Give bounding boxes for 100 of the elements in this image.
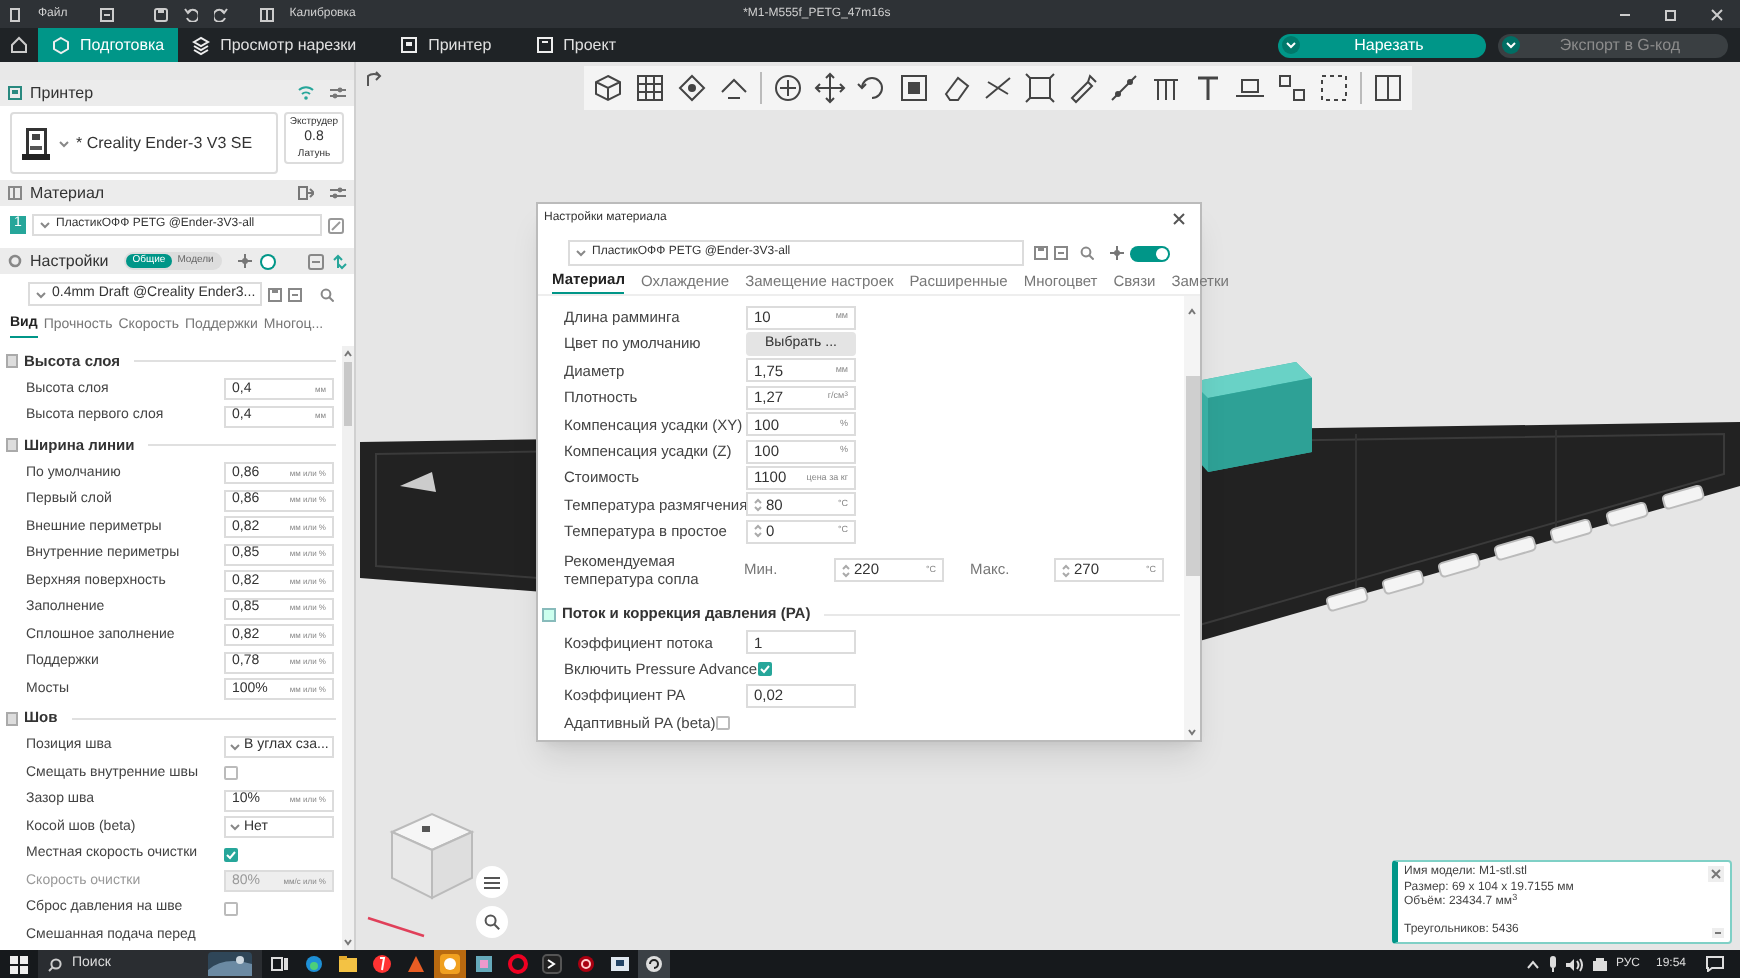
checkbox[interactable] xyxy=(224,766,238,781)
minimize-icon[interactable] xyxy=(1712,928,1724,938)
compare-icon[interactable] xyxy=(307,253,324,269)
seam-icon[interactable] xyxy=(1108,72,1140,104)
section-heading: Принтер xyxy=(30,81,96,105)
search-icon[interactable] xyxy=(1080,246,1095,260)
group-icon xyxy=(6,438,18,452)
main-tab[interactable]: Подготовка xyxy=(38,28,179,62)
scrollbar-thumb[interactable] xyxy=(344,362,352,426)
menu-icon xyxy=(484,875,500,889)
group-icon xyxy=(542,607,556,622)
project-icon xyxy=(535,35,554,55)
calibration-icon[interactable] xyxy=(259,7,274,21)
frame-icon[interactable] xyxy=(1024,72,1056,104)
network-icon[interactable] xyxy=(1591,957,1608,971)
printer-name: * Creality Ender-3 V3 SE xyxy=(76,131,253,155)
section-heading: Материал xyxy=(30,181,107,205)
search-icon xyxy=(48,957,62,971)
close-icon[interactable] xyxy=(1708,866,1724,882)
printer-icon xyxy=(400,35,419,55)
scrollbar[interactable] xyxy=(342,346,354,950)
volume-icon[interactable] xyxy=(1565,957,1584,971)
group-icon xyxy=(6,711,18,725)
redo-icon[interactable] xyxy=(213,7,228,21)
search-icon[interactable] xyxy=(320,287,334,301)
app-icon[interactable] xyxy=(372,954,392,974)
collapse-icon[interactable] xyxy=(1054,246,1069,260)
printer-card[interactable]: * Creality Ender-3 V3 SE xyxy=(10,112,278,174)
maximize-icon[interactable] xyxy=(1664,7,1678,21)
layers-icon xyxy=(192,35,211,55)
main-tab[interactable]: Просмотр нарезки xyxy=(178,28,371,62)
app-icon[interactable] xyxy=(542,954,562,974)
add-icon[interactable] xyxy=(772,72,804,104)
paint-icon[interactable] xyxy=(1066,72,1098,104)
file-icon[interactable] xyxy=(8,7,22,21)
scrollbar-thumb[interactable] xyxy=(1185,376,1199,576)
caret-icon[interactable] xyxy=(1282,36,1300,54)
split-icon[interactable] xyxy=(1372,72,1404,104)
collapse-icon[interactable] xyxy=(288,287,302,301)
cut-icon[interactable] xyxy=(982,72,1014,104)
caret-icon xyxy=(230,741,240,752)
wifi-icon[interactable] xyxy=(298,86,314,100)
export-icon[interactable] xyxy=(298,186,314,200)
save-icon[interactable] xyxy=(268,287,282,301)
grid-icon[interactable] xyxy=(634,72,666,104)
panel-icon[interactable] xyxy=(99,7,114,21)
folder-icon[interactable] xyxy=(338,954,358,974)
home-icon[interactable] xyxy=(10,36,28,54)
scrollbar[interactable] xyxy=(1184,296,1200,740)
microphone-icon[interactable] xyxy=(1547,956,1558,972)
text-icon[interactable] xyxy=(1192,72,1224,104)
toggle-switch[interactable] xyxy=(259,253,276,269)
scale-icon[interactable] xyxy=(898,72,930,104)
save-icon[interactable] xyxy=(153,7,168,21)
windows-start-icon[interactable] xyxy=(10,955,28,973)
eraser-icon[interactable] xyxy=(940,72,972,104)
undo-icon[interactable] xyxy=(183,7,198,21)
search-icon xyxy=(484,914,500,930)
edit-icon[interactable] xyxy=(328,217,344,233)
save-icon[interactable] xyxy=(1034,246,1049,260)
caret-icon xyxy=(576,248,586,258)
cube-icon[interactable] xyxy=(592,72,624,104)
gear-icon xyxy=(8,254,22,268)
rotate-icon[interactable] xyxy=(364,70,384,90)
select-icon[interactable] xyxy=(1318,72,1350,104)
checkbox[interactable] xyxy=(715,715,730,730)
caret-icon xyxy=(58,137,70,149)
move-icon[interactable] xyxy=(814,72,846,104)
scroll-down-icon[interactable] xyxy=(1188,728,1196,736)
caret-icon xyxy=(36,289,46,299)
scroll-up-icon[interactable] xyxy=(1188,308,1196,316)
toggle-switch[interactable] xyxy=(1130,245,1170,261)
main-tab[interactable]: Принтер xyxy=(386,28,506,62)
zoom-button[interactable] xyxy=(476,906,508,938)
caret-icon xyxy=(40,220,50,230)
node-icon[interactable] xyxy=(237,254,252,268)
node-icon[interactable] xyxy=(1110,246,1125,260)
slice-button[interactable]: Нарезать xyxy=(1278,33,1486,57)
arrange-icon[interactable] xyxy=(1276,72,1308,104)
task-view-icon[interactable] xyxy=(270,954,290,974)
diamond-icon[interactable] xyxy=(676,72,708,104)
app-icon[interactable] xyxy=(644,954,664,974)
notifications-icon[interactable] xyxy=(1706,956,1724,972)
scroll-down-icon[interactable] xyxy=(344,938,352,946)
rotate-icon[interactable] xyxy=(856,72,888,104)
section-heading: Настройки xyxy=(30,249,109,273)
browser-icon[interactable] xyxy=(304,954,324,974)
printer-drawing xyxy=(20,125,52,161)
chevron-up-icon[interactable] xyxy=(1525,957,1540,971)
main-tab[interactable]: Проект xyxy=(521,28,631,62)
axis-drawing xyxy=(367,916,425,938)
menu-button[interactable] xyxy=(476,866,508,898)
group-icon xyxy=(6,354,18,368)
scroll-up-icon[interactable] xyxy=(344,350,352,358)
checkbox[interactable] xyxy=(224,901,238,916)
arrow-drawing xyxy=(400,472,436,492)
sliders-icon[interactable] xyxy=(330,186,346,200)
swap-icon[interactable] xyxy=(331,253,348,269)
close-icon[interactable] xyxy=(1172,212,1186,226)
sliders-icon[interactable] xyxy=(330,86,346,100)
